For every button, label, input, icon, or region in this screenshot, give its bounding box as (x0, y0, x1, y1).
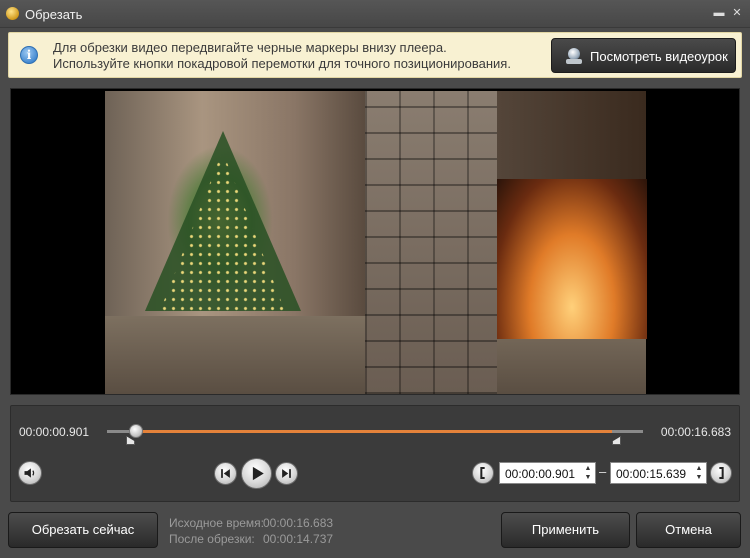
video-player[interactable] (10, 88, 740, 395)
set-start-bracket-icon (480, 467, 485, 479)
trim-end-marker[interactable] (612, 436, 622, 445)
info-icon: i (20, 46, 38, 64)
fireplace-fire (497, 179, 647, 339)
watch-tutorial-label: Посмотреть видеоурок (590, 49, 728, 64)
set-end-button[interactable] (710, 462, 732, 484)
total-time: 00:00:16.683 (660, 425, 731, 439)
info-line-2: Используйте кнопки покадровой перемотки … (53, 56, 511, 71)
source-time-row: Исходное время: 00:00:16.683 (169, 515, 333, 531)
prev-frame-icon (221, 469, 230, 478)
trim-start-value: 00:00:00.901 (505, 467, 576, 481)
set-end-bracket-icon (719, 467, 724, 479)
title-bar: Обрезать ▬ ✕ (0, 0, 750, 28)
player-controls: 00:00:00.901 00:00:16.683 00:00:00.901 ▲… (10, 405, 740, 502)
range-separator: – (599, 464, 607, 479)
trim-end-field[interactable]: 00:00:15.639 ▲ ▼ (610, 462, 707, 484)
play-icon (252, 466, 264, 481)
source-time-label: Исходное время: (169, 516, 265, 530)
cut-now-button[interactable]: Обрезать сейчас (8, 512, 158, 548)
current-time: 00:00:00.901 (19, 425, 90, 439)
source-time-value: 00:00:16.683 (263, 516, 334, 530)
timeline-track[interactable] (107, 430, 643, 433)
video-frame (105, 91, 647, 394)
window-title: Обрезать (25, 7, 83, 22)
trim-end-spinner[interactable]: ▲ ▼ (695, 464, 703, 482)
info-line-1: Для обрезки видео передвигайте черные ма… (53, 40, 447, 55)
minimize-icon[interactable]: ▬ (712, 6, 726, 20)
timeline-selection (135, 430, 613, 433)
apply-button[interactable]: Применить (501, 512, 630, 548)
webcam-icon (564, 47, 584, 65)
info-text: Для обрезки видео передвигайте черные ма… (53, 40, 511, 72)
trim-start-spinner[interactable]: ▲ ▼ (584, 464, 592, 482)
cancel-button[interactable]: Отмена (636, 512, 741, 548)
trim-start-field[interactable]: 00:00:00.901 ▲ ▼ (499, 462, 596, 484)
watch-tutorial-button[interactable]: Посмотреть видеоурок (551, 38, 736, 73)
after-trim-label: После обрезки: (169, 532, 255, 546)
volume-icon (24, 468, 35, 478)
next-frame-icon (282, 469, 291, 478)
prev-frame-button[interactable] (214, 462, 237, 485)
stone-fireplace-wall (365, 91, 497, 394)
after-trim-value: 00:00:14.737 (263, 532, 334, 546)
info-banner: i Для обрезки видео передвигайте черные … (8, 32, 742, 78)
close-icon[interactable]: ✕ (730, 6, 744, 20)
next-frame-button[interactable] (275, 462, 298, 485)
playhead-thumb[interactable] (128, 424, 143, 438)
after-trim-row: После обрезки: 00:00:14.737 (169, 531, 333, 547)
app-icon (6, 7, 19, 20)
trim-end-value: 00:00:15.639 (616, 467, 687, 481)
play-button[interactable] (241, 458, 272, 489)
volume-button[interactable] (18, 461, 42, 485)
duration-stats: Исходное время: 00:00:16.683 После обрез… (169, 515, 333, 547)
set-start-button[interactable] (472, 462, 494, 484)
